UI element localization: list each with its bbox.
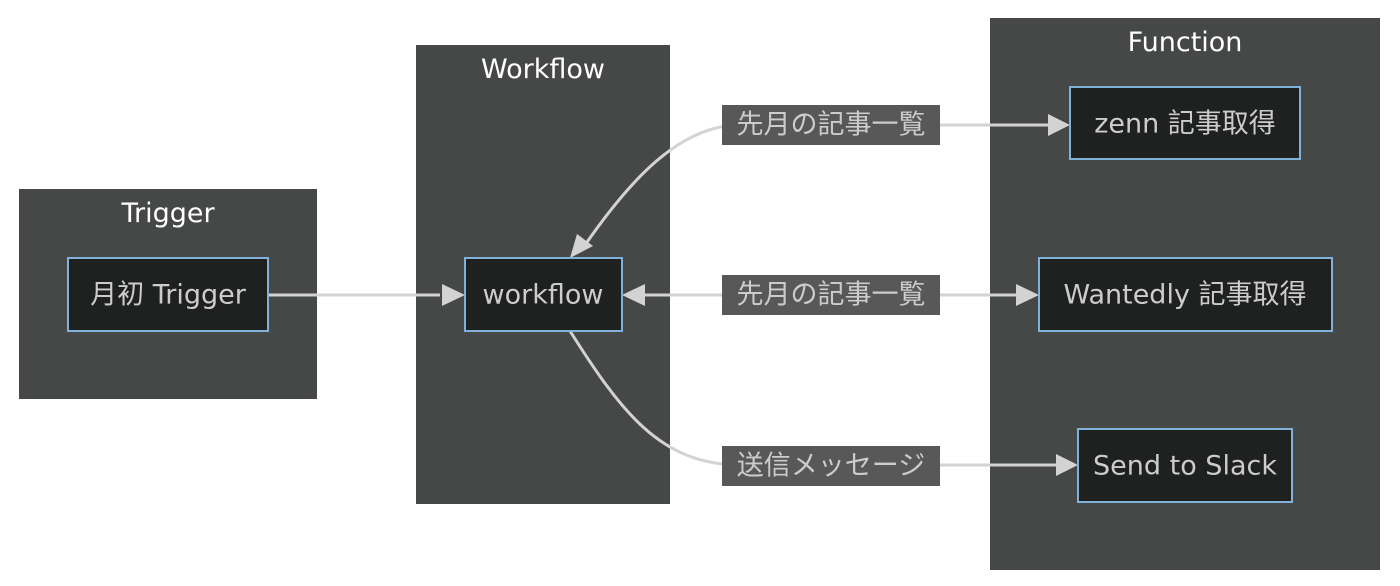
svg-text:先月の記事一覧: 先月の記事一覧 xyxy=(737,110,926,141)
node-workflow[interactable]: workflow xyxy=(464,257,623,332)
cluster-title: Function xyxy=(1128,27,1243,58)
edge-label-slack: 送信メッセージ xyxy=(722,446,940,486)
svg-text:送信メッセージ: 送信メッセージ xyxy=(737,451,925,482)
svg-text:workflow: workflow xyxy=(483,280,604,311)
cluster-title: Workflow xyxy=(481,54,605,85)
svg-text:先月の記事一覧: 先月の記事一覧 xyxy=(737,280,926,311)
node-slack[interactable]: Send to Slack xyxy=(1077,428,1293,503)
node-zenn[interactable]: zenn 記事取得 xyxy=(1069,86,1301,160)
svg-text:Send to Slack: Send to Slack xyxy=(1093,451,1277,482)
edge-label-wantedly: 先月の記事一覧 xyxy=(722,275,940,315)
svg-text:zenn 記事取得: zenn 記事取得 xyxy=(1094,109,1276,140)
svg-text:月初 Trigger: 月初 Trigger xyxy=(90,280,247,311)
svg-text:Wantedly 記事取得: Wantedly 記事取得 xyxy=(1063,280,1306,311)
edge-label-zenn: 先月の記事一覧 xyxy=(722,105,940,145)
node-wantedly[interactable]: Wantedly 記事取得 xyxy=(1038,257,1333,332)
node-monthly-trigger[interactable]: 月初 Trigger xyxy=(67,257,269,332)
flowchart: Trigger Workflow Function 先月の記事一覧 先月の記事一… xyxy=(19,18,1380,570)
cluster-title: Trigger xyxy=(120,198,215,229)
